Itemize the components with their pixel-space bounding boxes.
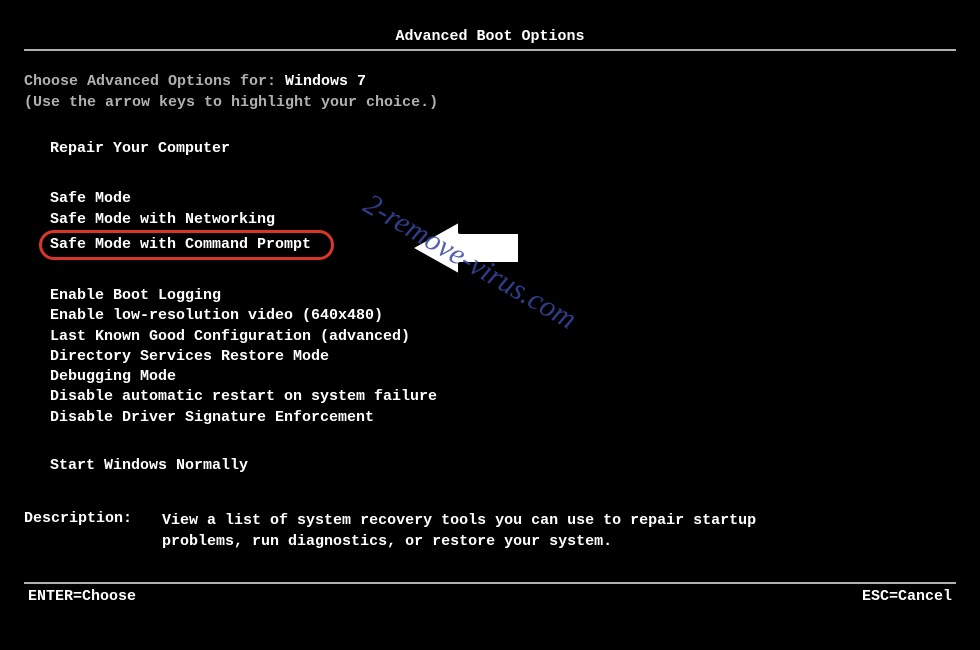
arrow-keys-hint: (Use the arrow keys to highlight your ch…	[24, 94, 956, 111]
option-safe-mode[interactable]: Safe Mode	[50, 189, 956, 209]
option-debugging-mode[interactable]: Debugging Mode	[50, 367, 956, 387]
footer-bar: ENTER=Choose ESC=Cancel	[24, 584, 956, 605]
page-title: Advanced Boot Options	[24, 28, 956, 45]
boot-options-screen: Advanced Boot Options Choose Advanced Op…	[0, 0, 980, 650]
footer-enter-hint: ENTER=Choose	[28, 588, 136, 605]
choose-prefix: Choose Advanced Options for:	[24, 73, 285, 90]
option-last-known-good[interactable]: Last Known Good Configuration (advanced)	[50, 327, 956, 347]
divider-top	[24, 49, 956, 51]
choose-line: Choose Advanced Options for: Windows 7	[24, 73, 956, 90]
highlighted-option: Safe Mode with Command Prompt	[39, 230, 334, 260]
option-low-res-video[interactable]: Enable low-resolution video (640x480)	[50, 306, 956, 326]
option-disable-driver-sig[interactable]: Disable Driver Signature Enforcement	[50, 408, 956, 428]
option-group-repair: Repair Your Computer	[50, 139, 956, 159]
os-name: Windows 7	[285, 73, 366, 90]
option-group-normal: Start Windows Normally	[50, 456, 956, 476]
option-safe-mode-networking[interactable]: Safe Mode with Networking	[50, 210, 956, 230]
option-start-normally[interactable]: Start Windows Normally	[50, 456, 956, 476]
option-disable-auto-restart[interactable]: Disable automatic restart on system fail…	[50, 387, 956, 407]
description-text: View a list of system recovery tools you…	[162, 510, 782, 552]
description-label: Description:	[24, 510, 132, 552]
option-repair-your-computer[interactable]: Repair Your Computer	[50, 139, 956, 159]
option-group-advanced: Enable Boot Logging Enable low-resolutio…	[50, 286, 956, 428]
footer-esc-hint: ESC=Cancel	[862, 588, 952, 605]
option-enable-boot-logging[interactable]: Enable Boot Logging	[50, 286, 956, 306]
option-safe-mode-command-prompt[interactable]: Safe Mode with Command Prompt	[50, 230, 956, 260]
description-row: Description: View a list of system recov…	[24, 510, 956, 552]
option-ds-restore-mode[interactable]: Directory Services Restore Mode	[50, 347, 956, 367]
option-group-safemode: Safe Mode Safe Mode with Networking Safe…	[50, 189, 956, 260]
